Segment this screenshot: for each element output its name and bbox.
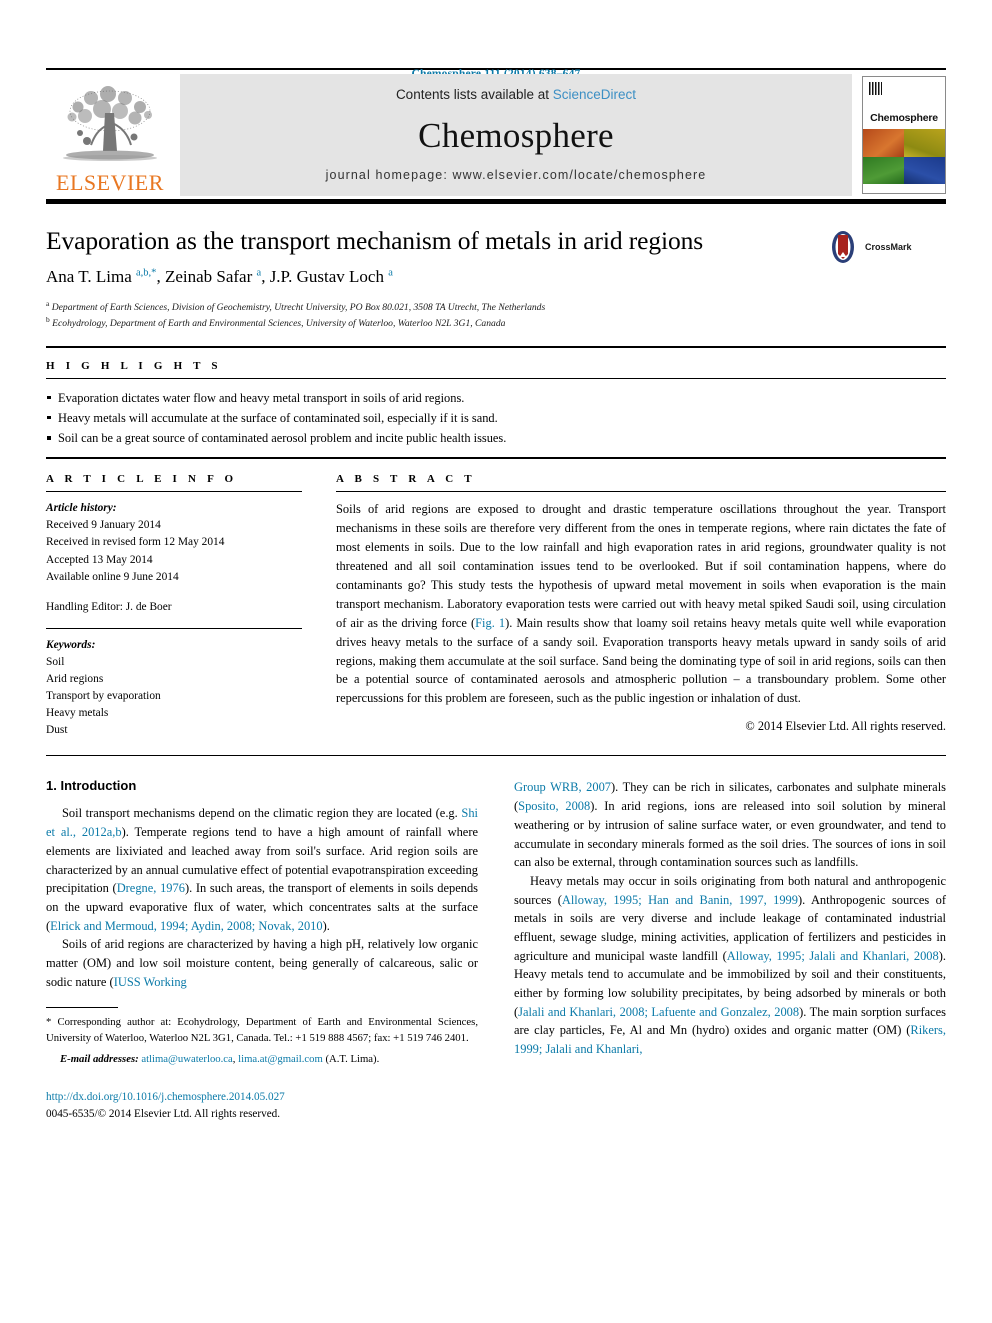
handling-editor: Handling Editor: J. de Boer	[46, 600, 172, 613]
email-link-primary[interactable]: atlima@uwaterloo.ca	[141, 1053, 232, 1065]
section-heading-introduction: 1. Introduction	[46, 778, 137, 794]
citation-link[interactable]: Group WRB, 2007	[514, 780, 611, 794]
abstract-column: A B S T R A C T Soils of arid regions ar…	[336, 473, 946, 739]
keyword-item: Soil	[46, 655, 65, 668]
cover-bottom-band	[863, 184, 945, 193]
list-item: Evaporation dictates water flow and heav…	[46, 388, 946, 408]
intro-paragraph-2: Soils of arid regions are characterized …	[46, 935, 478, 991]
author-list: Ana T. Lima a,b,*, Zeinab Safar a, J.P. …	[46, 267, 393, 287]
crossmark-icon	[832, 231, 854, 263]
crossmark-label: CrossMark	[865, 242, 912, 252]
article-history-label: Article history:	[46, 502, 117, 515]
keywords-block: Keywords: Soil Arid regions Transport by…	[46, 637, 302, 740]
article-page: Chemosphere 111 (2014) 638–647	[0, 0, 992, 1123]
email-note: E-mail addresses: atlima@uwaterloo.ca, l…	[46, 1052, 478, 1068]
keyword-item: Heavy metals	[46, 707, 109, 720]
elsevier-tree-icon	[63, 86, 157, 161]
running-head: Chemosphere 111 (2014) 638–647	[46, 0, 946, 80]
intro-paragraph-1: Soil transport mechanisms depend on the …	[46, 804, 478, 935]
email-label: E-mail addresses:	[60, 1052, 139, 1065]
highlights-heading-rule	[46, 377, 946, 379]
elsevier-logo: ELSEVIER	[46, 74, 174, 196]
cover-leaf-collage	[863, 129, 945, 184]
citation-link[interactable]: IUSS Working	[114, 975, 187, 989]
email-suffix: (A.T. Lima).	[322, 1052, 380, 1065]
keyword-item: Transport by evaporation	[46, 690, 161, 703]
keyword-item: Dust	[46, 724, 68, 737]
masthead-center-panel: Contents lists available at ScienceDirec…	[180, 74, 852, 196]
cover-tile-yellow	[904, 129, 945, 157]
citation-link[interactable]: Sposito, 2008	[518, 799, 590, 813]
article-info-rule	[46, 491, 302, 493]
history-item: Available online 9 June 2014	[46, 570, 179, 583]
journal-homepage-link[interactable]: journal homepage: www.elsevier.com/locat…	[326, 168, 707, 182]
abstract-rule	[336, 491, 946, 493]
keywords-label: Keywords:	[46, 638, 96, 651]
p1-a: Soil transport mechanisms depend on the …	[62, 806, 462, 821]
doi-block: http://dx.doi.org/10.1016/j.chemosphere.…	[46, 1089, 478, 1123]
cover-tile-orange	[863, 129, 904, 157]
citation-link[interactable]: Alloway, 1995; Han and Banin, 1997, 1999	[562, 893, 798, 907]
p1-d: ).	[322, 918, 330, 933]
citation-link[interactable]: Alloway, 1995; Jalali and Khanlari, 2008	[727, 949, 939, 963]
cover-journal-title: Chemosphere	[870, 112, 938, 124]
title-block: Evaporation as the transport mechanism o…	[46, 204, 946, 331]
body-column-right: Group WRB, 2007). They can be rich in si…	[514, 778, 946, 1122]
affiliation-b: b Ecohydrology, Department of Earth and …	[46, 314, 506, 329]
intro-paragraph-3: Heavy metals may occur in soils originat…	[514, 872, 946, 1059]
journal-wordmark: Chemosphere	[418, 115, 614, 155]
info-abstract-row: A R T I C L E I N F O Article history: R…	[46, 459, 946, 739]
figure-reference-link[interactable]: Fig. 1	[475, 616, 505, 630]
article-history-block: Article history: Received 9 January 2014…	[46, 500, 302, 616]
issn-copyright-line: 0045-6535/© 2014 Elsevier Ltd. All right…	[46, 1108, 281, 1121]
citation-link[interactable]: Jalali and Khanlari, 2008; Lafuente and …	[518, 1005, 799, 1019]
history-item: Received in revised form 12 May 2014	[46, 536, 225, 549]
title-text-group: Evaporation as the transport mechanism o…	[46, 226, 826, 331]
abstract-heading: A B S T R A C T	[336, 473, 476, 486]
corresponding-author-note: * Corresponding author at: Ecohydrology,…	[46, 1016, 478, 1044]
email-link-secondary[interactable]: lima.at@gmail.com	[238, 1053, 323, 1065]
keyword-item: Arid regions	[46, 673, 104, 686]
p2-a: Soils of arid regions are characterized …	[46, 937, 478, 989]
abstract-text: Soils of arid regions are exposed to dro…	[336, 500, 946, 708]
highlights-section: H I G H L I G H T S Evaporation dictates…	[46, 331, 946, 460]
citation-link[interactable]: Dregne, 1976	[117, 881, 185, 895]
citation-link[interactable]: Elrick and Mermoud, 1994; Aydin, 2008; N…	[50, 919, 322, 933]
copyright-line: © 2014 Elsevier Ltd. All rights reserved…	[745, 719, 946, 734]
journal-cover-thumbnail: Chemosphere	[862, 76, 946, 194]
list-item: Soil can be a great source of contaminat…	[46, 428, 946, 448]
highlights-heading: H I G H L I G H T S	[46, 359, 222, 372]
footnote-divider	[46, 1007, 118, 1009]
affiliation-a: a Department of Earth Sciences, Division…	[46, 298, 546, 313]
body-two-column-layout: 1. Introduction Soil transport mechanism…	[46, 756, 946, 1122]
cover-top-band: Chemosphere	[863, 77, 945, 129]
elsevier-wordmark: ELSEVIER	[56, 170, 164, 195]
sciencedirect-link[interactable]: ScienceDirect	[553, 87, 636, 102]
history-item: Accepted 13 May 2014	[46, 553, 153, 566]
affiliation-a-text: Department of Earth Sciences, Division o…	[51, 301, 546, 313]
contents-prefix: Contents lists available at	[395, 87, 553, 102]
affiliation-b-text: Ecohydrology, Department of Earth and En…	[52, 317, 506, 329]
article-info-column: A R T I C L E I N F O Article history: R…	[46, 473, 302, 739]
cover-tile-green	[863, 156, 904, 184]
article-info-heading: A R T I C L E I N F O	[46, 473, 238, 486]
keywords-rule	[46, 627, 302, 629]
abstract-part-1: Soils of arid regions are exposed to dro…	[336, 502, 946, 630]
cover-tile-blue	[904, 156, 945, 184]
barcode-icon	[869, 82, 882, 95]
doi-link[interactable]: http://dx.doi.org/10.1016/j.chemosphere.…	[46, 1089, 478, 1106]
list-item: Heavy metals will accumulate at the surf…	[46, 408, 946, 428]
contents-available-line: Contents lists available at ScienceDirec…	[396, 87, 636, 102]
intro-paragraph-2-continued: Group WRB, 2007). They can be rich in si…	[514, 778, 946, 871]
history-item: Received 9 January 2014	[46, 519, 161, 532]
body-column-left: 1. Introduction Soil transport mechanism…	[46, 778, 478, 1122]
highlights-list: Evaporation dictates water flow and heav…	[46, 388, 946, 448]
journal-masthead: ELSEVIER Contents lists available at Sci…	[46, 74, 946, 196]
crossmark-badge[interactable]: CrossMark	[826, 226, 946, 264]
page-title: Evaporation as the transport mechanism o…	[46, 226, 704, 255]
